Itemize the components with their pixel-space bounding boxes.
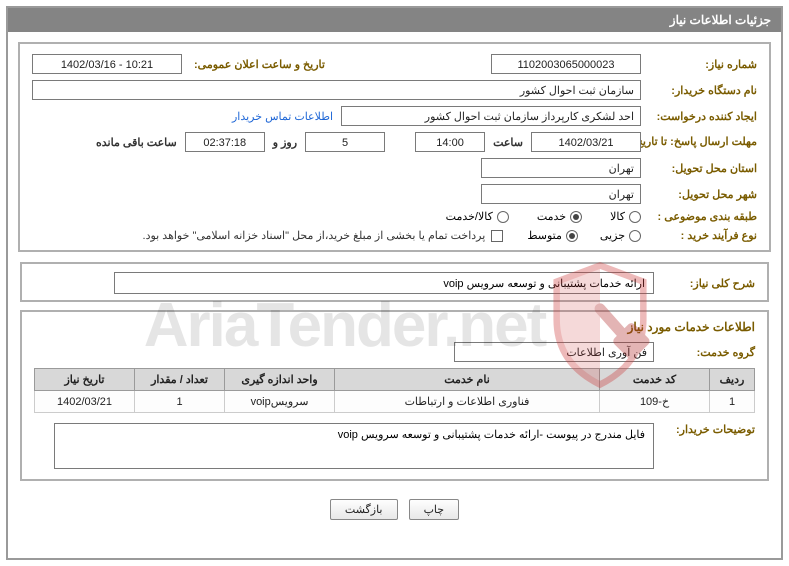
- radio-minor[interactable]: جزیی: [600, 229, 641, 242]
- radio-medium-label: متوسط: [527, 229, 562, 242]
- radio-service-label: خدمت: [537, 210, 566, 223]
- cell-row: 1: [710, 391, 755, 413]
- deadline-time-value: 14:00: [415, 132, 485, 152]
- col-unit: واحد اندازه گیری: [225, 369, 335, 391]
- deadline-label: مهلت ارسال پاسخ: تا تاریخ:: [647, 135, 757, 149]
- radio-minor-label: جزیی: [600, 229, 625, 242]
- requester-label: ایجاد کننده درخواست:: [647, 110, 757, 123]
- page-title: جزئیات اطلاعات نیاز: [670, 13, 771, 27]
- radio-icon: [497, 211, 509, 223]
- category-label: طبقه بندی موضوعی :: [647, 210, 757, 223]
- table-row: 1 خ-109 فناوری اطلاعات و ارتباطات سرویسv…: [35, 391, 755, 413]
- remaining-label: ساعت باقی مانده: [96, 136, 177, 149]
- deadline-date-value: 1402/03/21: [531, 132, 641, 152]
- service-group-label: گروه خدمت:: [660, 346, 755, 359]
- announce-datetime-label: تاریخ و ساعت اعلان عمومی:: [194, 58, 325, 71]
- radio-icon: [566, 230, 578, 242]
- delivery-city-label: شهر محل تحویل:: [647, 188, 757, 201]
- radio-goods-service[interactable]: کالا/خدمت: [446, 210, 509, 223]
- radio-icon: [629, 211, 641, 223]
- requester-value: احد لشکری کارپرداز سازمان ثبت احوال کشور: [341, 106, 641, 126]
- radio-goods-label: کالا: [610, 210, 625, 223]
- need-description-block: شرح کلی نیاز: ارائه خدمات پشتیبانی و توس…: [20, 262, 769, 302]
- days-remaining-value: 5: [305, 132, 385, 152]
- delivery-city-value: تهران: [481, 184, 641, 204]
- footer-buttons: چاپ بازگشت: [8, 487, 781, 526]
- col-row: ردیف: [710, 369, 755, 391]
- services-section-title: اطلاعات خدمات مورد نیاز: [34, 320, 755, 334]
- radio-goods-service-label: کالا/خدمت: [446, 210, 493, 223]
- countdown-time-value: 02:37:18: [185, 132, 265, 152]
- buyer-contact-link[interactable]: اطلاعات تماس خریدار: [232, 110, 333, 123]
- cell-qty: 1: [135, 391, 225, 413]
- cell-unit: سرویسvoip: [225, 391, 335, 413]
- radio-icon: [570, 211, 582, 223]
- need-description-value: ارائه خدمات پشتیبانی و توسعه سرویس voip: [114, 272, 654, 294]
- treasury-note: پرداخت تمام یا بخشی از مبلغ خرید،از محل …: [143, 229, 486, 242]
- radio-goods[interactable]: کالا: [610, 210, 641, 223]
- buyer-notes-value: فایل مندرج در پیوست -ارائه خدمات پشتیبان…: [54, 423, 654, 469]
- days-and-label: روز و: [273, 136, 297, 149]
- back-button[interactable]: بازگشت: [330, 499, 398, 520]
- announce-datetime-value: 1402/03/16 - 10:21: [32, 54, 182, 74]
- buyer-notes-label: توضیحات خریدار:: [660, 423, 755, 436]
- need-number-value: 1102003065000023: [491, 54, 641, 74]
- cell-code: خ-109: [600, 391, 710, 413]
- radio-service[interactable]: خدمت: [537, 210, 582, 223]
- process-type-label: نوع فرآیند خرید :: [647, 229, 757, 242]
- need-number-label: شماره نیاز:: [647, 58, 757, 71]
- services-block: اطلاعات خدمات مورد نیاز گروه خدمت: فن آو…: [20, 310, 769, 481]
- buyer-org-value: سازمان ثبت احوال کشور: [32, 80, 641, 100]
- cell-date: 1402/03/21: [35, 391, 135, 413]
- time-word-label: ساعت: [493, 136, 523, 149]
- need-description-label: شرح کلی نیاز:: [660, 277, 755, 290]
- radio-medium[interactable]: متوسط: [527, 229, 578, 242]
- col-qty: تعداد / مقدار: [135, 369, 225, 391]
- col-date: تاریخ نیاز: [35, 369, 135, 391]
- buyer-org-label: نام دستگاه خریدار:: [647, 84, 757, 97]
- service-group-value: فن آوری اطلاعات: [454, 342, 654, 362]
- delivery-province-value: تهران: [481, 158, 641, 178]
- col-name: نام خدمت: [335, 369, 600, 391]
- category-radio-group: کالا خدمت کالا/خدمت: [446, 210, 641, 223]
- treasury-checkbox[interactable]: [491, 230, 503, 242]
- print-button[interactable]: چاپ: [409, 499, 460, 520]
- col-code: کد خدمت: [600, 369, 710, 391]
- delivery-province-label: استان محل تحویل:: [647, 162, 757, 175]
- page-title-bar: جزئیات اطلاعات نیاز: [8, 8, 781, 32]
- cell-name: فناوری اطلاعات و ارتباطات: [335, 391, 600, 413]
- services-table: ردیف کد خدمت نام خدمت واحد اندازه گیری ت…: [34, 368, 755, 413]
- radio-icon: [629, 230, 641, 242]
- process-type-radio-group: جزیی متوسط: [527, 229, 641, 242]
- main-form: شماره نیاز: 1102003065000023 تاریخ و ساع…: [18, 42, 771, 252]
